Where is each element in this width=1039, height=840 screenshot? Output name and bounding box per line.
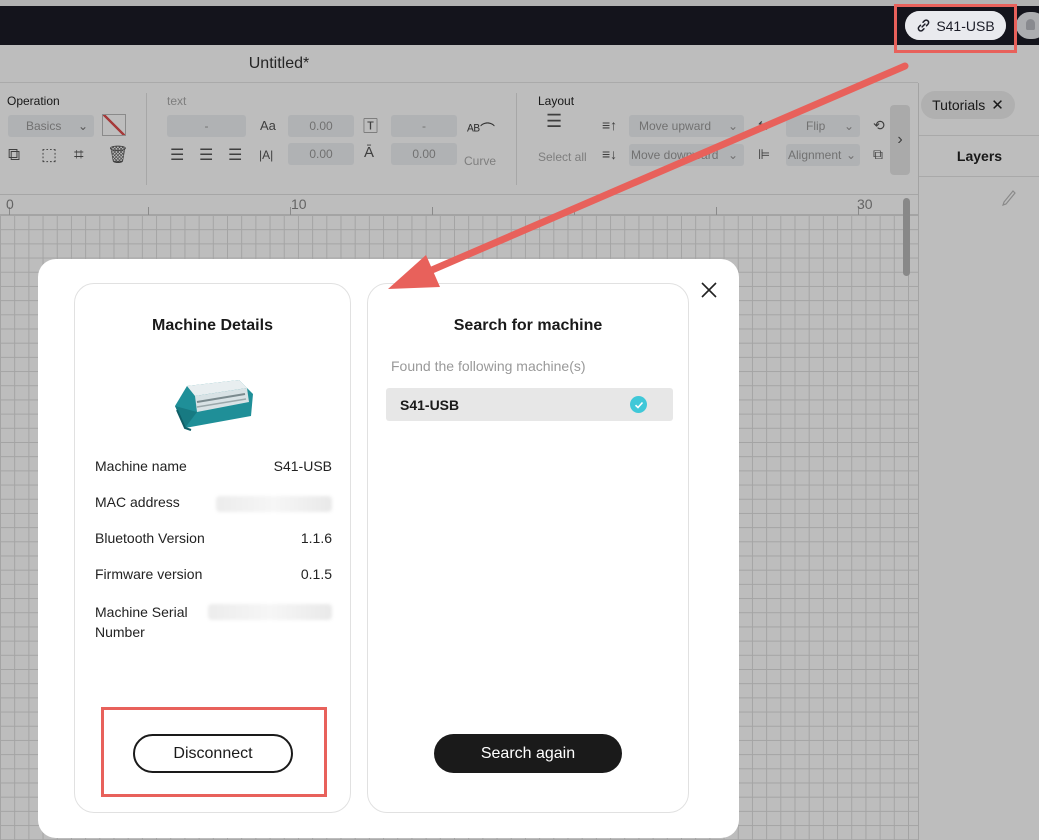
- detail-value: 0.1.5: [300, 566, 332, 582]
- highlight-box-connection: [894, 4, 1017, 53]
- cutting-machine-image: [175, 380, 253, 431]
- close-icon: [701, 282, 717, 298]
- close-dialog-button[interactable]: [698, 279, 720, 301]
- check-circle-icon: [630, 396, 647, 413]
- detail-key: Machine name: [95, 458, 187, 474]
- search-machine-title: Search for machine: [453, 317, 603, 334]
- machine-details-title: Machine Details: [152, 317, 273, 334]
- app-window: S41-USB Untitled* Operation Basics ⌄ ⧉ ⬚…: [0, 0, 1039, 840]
- machine-list-item[interactable]: S41-USB: [386, 388, 673, 421]
- search-machine-card: Search for machine Found the following m…: [367, 283, 689, 813]
- detail-key: Firmware version: [95, 566, 203, 582]
- detail-key: Bluetooth Version: [95, 530, 205, 546]
- detail-row-machine-name: Machine name S41-USB: [95, 458, 332, 478]
- detail-row-serial-number: Machine Serial Number: [95, 602, 332, 642]
- search-again-button[interactable]: Search again: [434, 734, 622, 773]
- redacted-value: [208, 604, 332, 620]
- detail-value: S41-USB: [273, 458, 332, 474]
- search-again-label: Search again: [480, 744, 576, 762]
- redacted-value: [216, 496, 332, 512]
- highlight-box-disconnect: [101, 707, 327, 797]
- detail-row-firmware-version: Firmware version 0.1.5: [95, 566, 332, 586]
- detail-key: Machine Serial Number: [95, 604, 188, 640]
- detail-key: MAC address: [95, 494, 180, 510]
- detail-row-bluetooth-version: Bluetooth Version 1.1.6: [95, 530, 332, 550]
- detail-row-mac-address: MAC address: [95, 494, 332, 514]
- detail-value: 1.1.6: [300, 530, 332, 546]
- found-machines-label: Found the following machine(s): [391, 358, 586, 374]
- machine-item-name: S41-USB: [400, 397, 460, 413]
